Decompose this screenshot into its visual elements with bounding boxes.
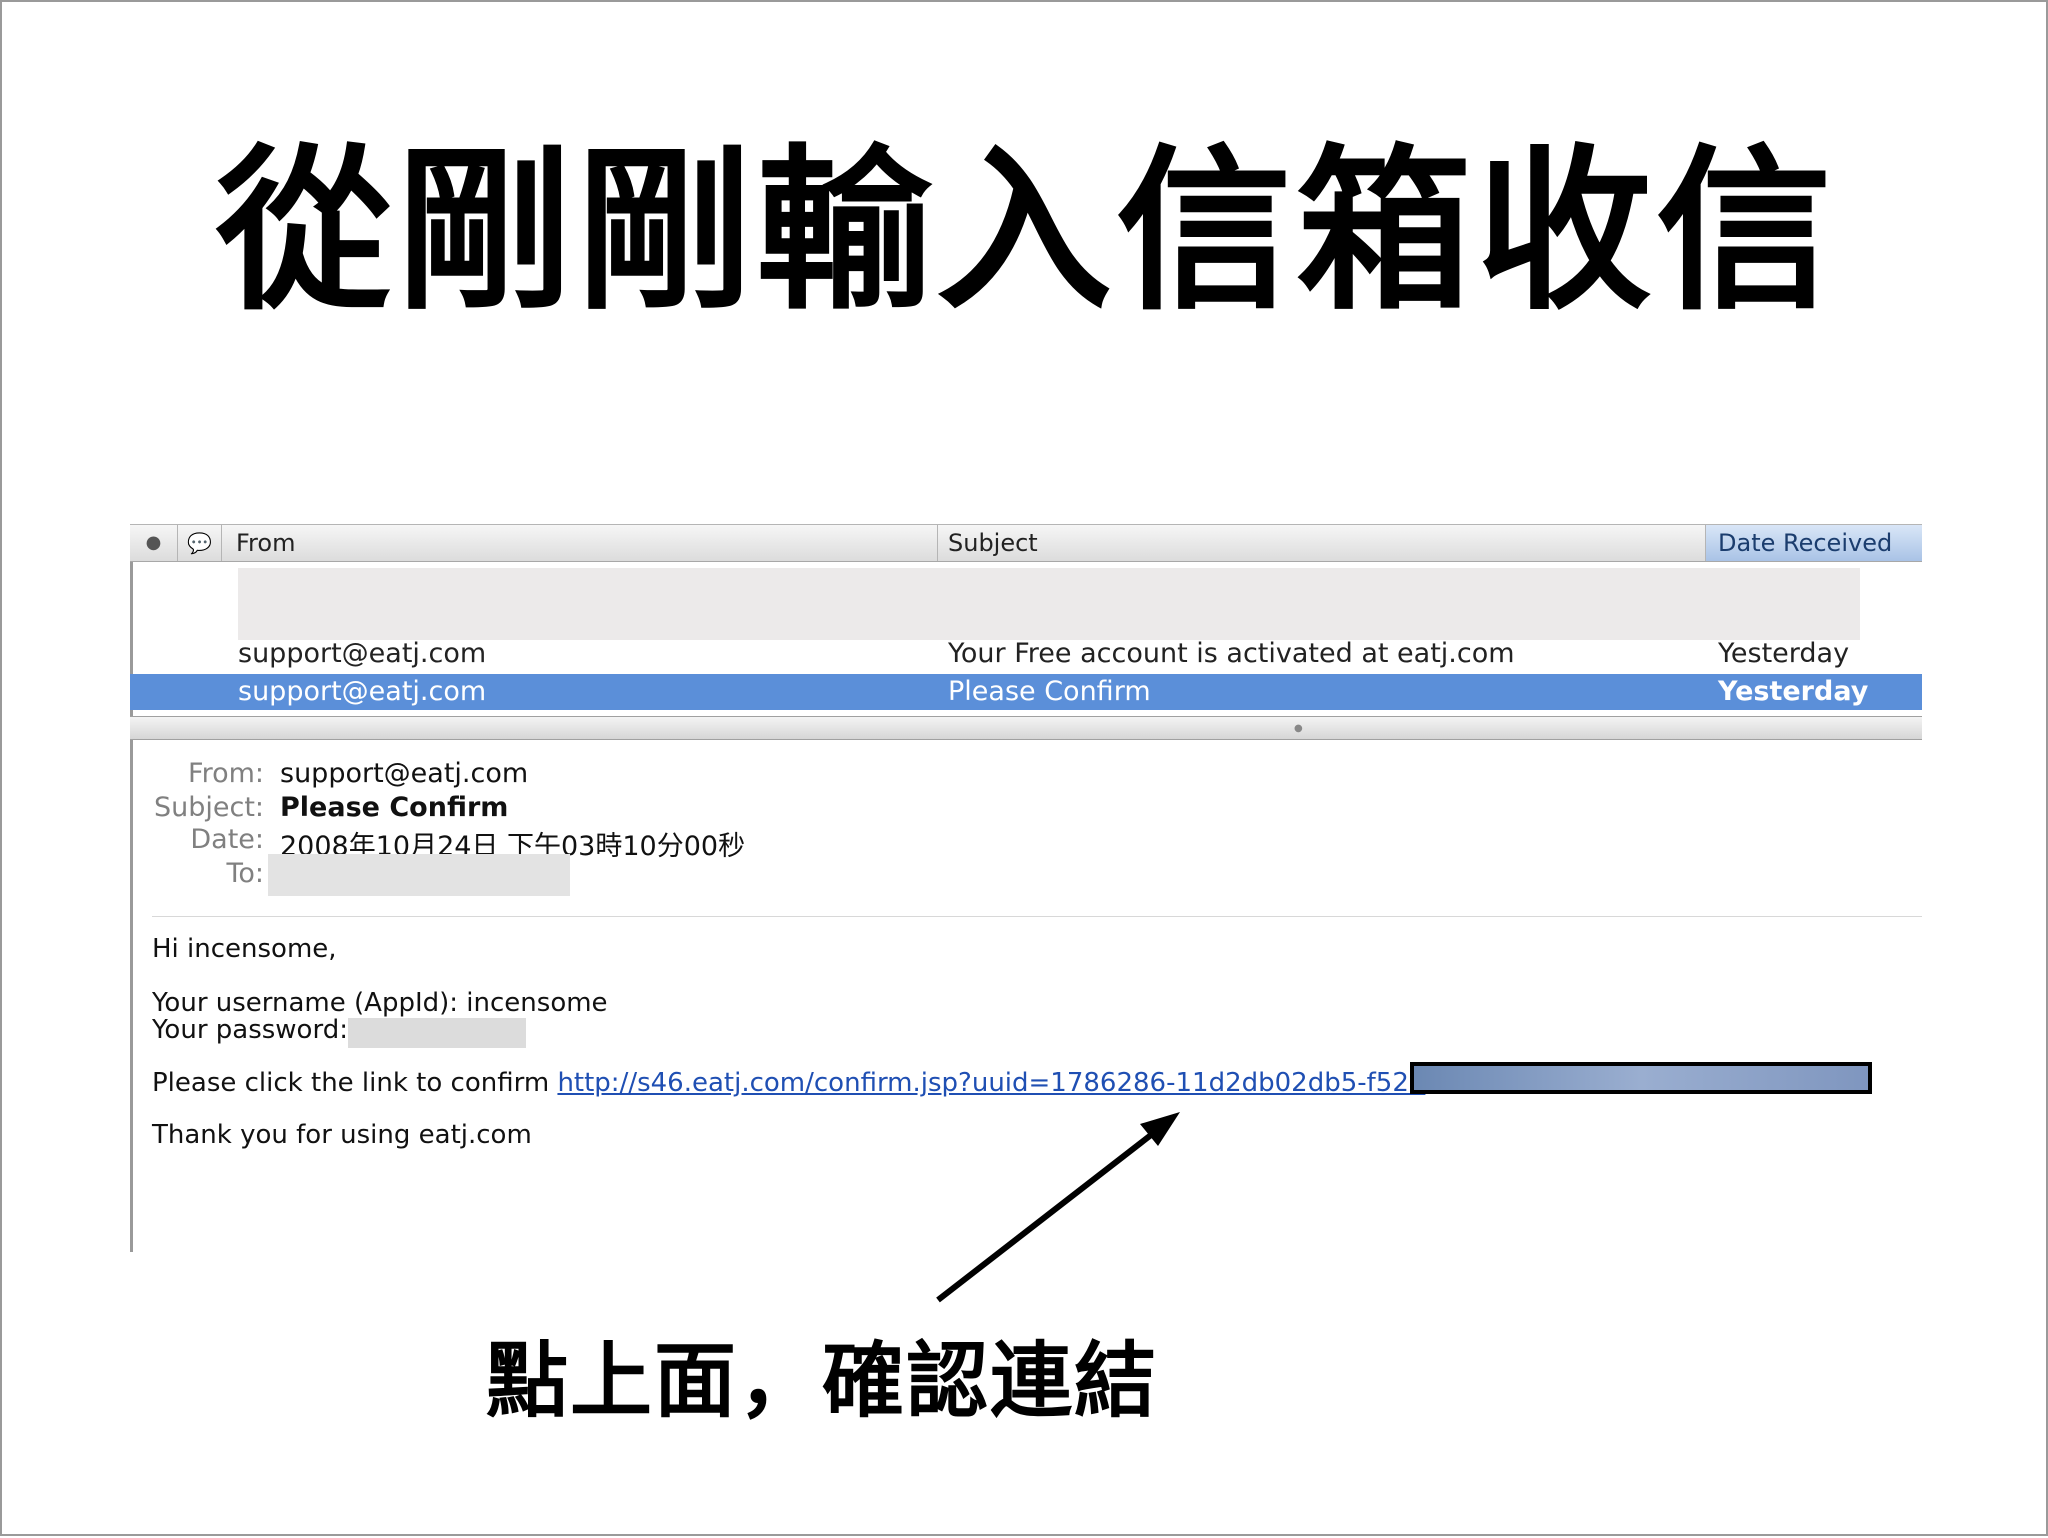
- date-label: Date:: [190, 824, 264, 855]
- thanks-line: Thank you for using eatj.com: [152, 1120, 532, 1150]
- row-subject: Please Confirm: [948, 676, 1151, 707]
- confirm-prefix: Please click the link to confirm: [152, 1068, 558, 1098]
- pane-splitter[interactable]: ●: [130, 716, 1922, 740]
- row-subject: Your Free account is activated at eatj.c…: [948, 638, 1515, 669]
- password-redacted: [348, 1018, 526, 1048]
- column-header-from[interactable]: From: [222, 525, 938, 561]
- message-row-selected[interactable]: support@eatj.com Please Confirm Yesterda…: [130, 674, 1922, 710]
- slide: 從剛剛輸入信箱收信 ● 💬 From Subject Date Received…: [0, 0, 2048, 1536]
- message-row[interactable]: support@eatj.com Your Free account is ac…: [130, 636, 1922, 672]
- row-from: support@eatj.com: [238, 638, 487, 669]
- from-label: From:: [188, 758, 264, 789]
- column-header-date-received[interactable]: Date Received: [1706, 525, 1922, 561]
- slide-title: 從剛剛輸入信箱收信: [215, 129, 1836, 334]
- slide-caption: 點上面，確認連結: [486, 1334, 1159, 1429]
- subject-label: Subject:: [153, 792, 264, 823]
- greeting: Hi incensome,: [152, 934, 337, 964]
- to-redacted: [268, 854, 570, 896]
- splitter-grip-icon[interactable]: ●: [1294, 723, 1303, 734]
- header-divider: [152, 916, 1922, 917]
- to-label: To:: [226, 858, 264, 889]
- speech-bubble-column-icon[interactable]: 💬: [178, 525, 222, 561]
- link-redacted-box: [1410, 1062, 1872, 1094]
- subject-value: Please Confirm: [280, 792, 509, 823]
- confirm-line: Please click the link to confirm http://…: [152, 1068, 1425, 1098]
- row-date: Yesterday: [1718, 676, 1869, 707]
- username-line: Your username (AppId): incensome: [152, 988, 608, 1018]
- from-value: support@eatj.com: [280, 758, 529, 789]
- confirm-link[interactable]: http://s46.eatj.com/confirm.jsp?uuid=178…: [557, 1068, 1425, 1098]
- read-status-column-icon[interactable]: ●: [130, 525, 178, 561]
- password-label: Your password:: [152, 1015, 348, 1045]
- message-list-header: ● 💬 From Subject Date Received: [130, 524, 1922, 562]
- redacted-row: [238, 568, 1860, 640]
- column-header-subject[interactable]: Subject: [938, 525, 1706, 561]
- row-date: Yesterday: [1718, 638, 1850, 669]
- row-from: support@eatj.com: [238, 676, 487, 707]
